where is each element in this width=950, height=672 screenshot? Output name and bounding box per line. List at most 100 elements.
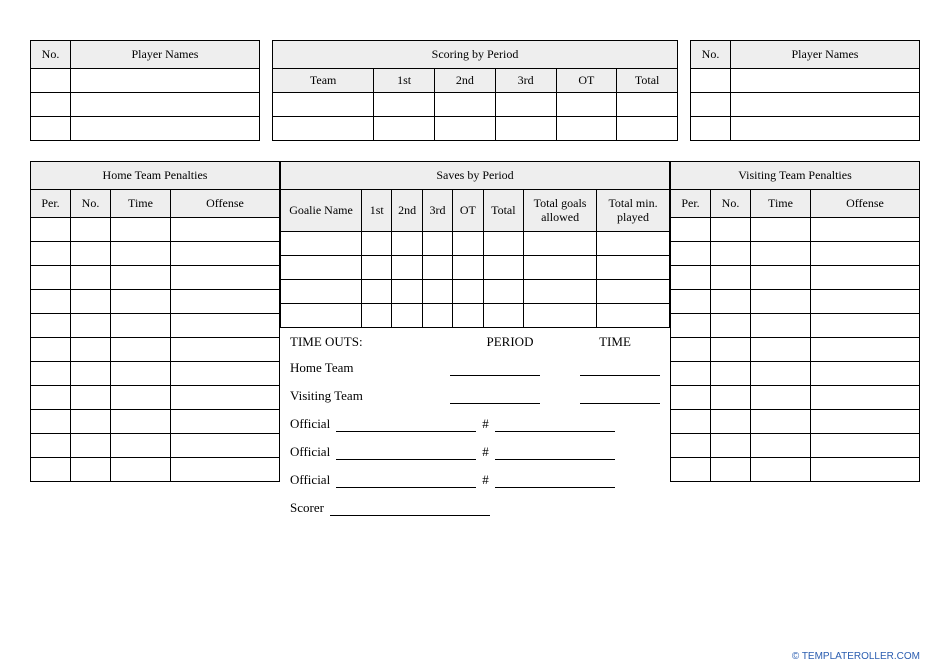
cell[interactable] <box>71 410 111 434</box>
cell[interactable] <box>111 314 171 338</box>
cell[interactable] <box>671 266 711 290</box>
cell[interactable] <box>71 386 111 410</box>
cell[interactable] <box>435 93 496 117</box>
cell[interactable] <box>31 434 71 458</box>
scorer-field[interactable] <box>330 501 490 516</box>
cell[interactable] <box>71 434 111 458</box>
cell[interactable] <box>811 410 920 434</box>
cell[interactable] <box>71 117 260 141</box>
cell[interactable] <box>811 434 920 458</box>
cell[interactable] <box>71 93 260 117</box>
cell[interactable] <box>811 266 920 290</box>
cell[interactable] <box>671 290 711 314</box>
cell[interactable] <box>111 362 171 386</box>
cell[interactable] <box>597 232 670 256</box>
official-num-field[interactable] <box>495 473 615 488</box>
cell[interactable] <box>392 280 422 304</box>
home-period-field[interactable] <box>450 361 540 376</box>
cell[interactable] <box>524 280 597 304</box>
cell[interactable] <box>751 218 811 242</box>
cell[interactable] <box>597 280 670 304</box>
cell[interactable] <box>453 256 483 280</box>
cell[interactable] <box>751 458 811 482</box>
cell[interactable] <box>71 362 111 386</box>
cell[interactable] <box>31 242 71 266</box>
cell[interactable] <box>71 458 111 482</box>
cell[interactable] <box>691 93 731 117</box>
cell[interactable] <box>453 280 483 304</box>
cell[interactable] <box>31 410 71 434</box>
cell[interactable] <box>31 218 71 242</box>
cell[interactable] <box>273 117 374 141</box>
cell[interactable] <box>422 256 452 280</box>
cell[interactable] <box>711 266 751 290</box>
cell[interactable] <box>71 218 111 242</box>
cell[interactable] <box>453 304 483 328</box>
cell[interactable] <box>711 314 751 338</box>
cell[interactable] <box>171 242 280 266</box>
cell[interactable] <box>422 304 452 328</box>
cell[interactable] <box>671 458 711 482</box>
official-name-field[interactable] <box>336 445 476 460</box>
cell[interactable] <box>524 232 597 256</box>
cell[interactable] <box>711 386 751 410</box>
cell[interactable] <box>111 242 171 266</box>
cell[interactable] <box>71 290 111 314</box>
cell[interactable] <box>671 218 711 242</box>
cell[interactable] <box>453 232 483 256</box>
cell[interactable] <box>483 232 524 256</box>
cell[interactable] <box>392 256 422 280</box>
cell[interactable] <box>671 338 711 362</box>
cell[interactable] <box>495 93 556 117</box>
cell[interactable] <box>171 338 280 362</box>
cell[interactable] <box>362 232 392 256</box>
cell[interactable] <box>811 218 920 242</box>
cell[interactable] <box>31 362 71 386</box>
cell[interactable] <box>31 93 71 117</box>
cell[interactable] <box>751 410 811 434</box>
cell[interactable] <box>711 242 751 266</box>
cell[interactable] <box>281 256 362 280</box>
cell[interactable] <box>811 386 920 410</box>
cell[interactable] <box>392 304 422 328</box>
cell[interactable] <box>111 434 171 458</box>
cell[interactable] <box>71 242 111 266</box>
cell[interactable] <box>31 69 71 93</box>
cell[interactable] <box>171 410 280 434</box>
cell[interactable] <box>811 458 920 482</box>
cell[interactable] <box>524 304 597 328</box>
cell[interactable] <box>711 458 751 482</box>
cell[interactable] <box>111 218 171 242</box>
cell[interactable] <box>483 280 524 304</box>
cell[interactable] <box>71 266 111 290</box>
cell[interactable] <box>362 304 392 328</box>
cell[interactable] <box>811 290 920 314</box>
cell[interactable] <box>617 93 678 117</box>
cell[interactable] <box>671 242 711 266</box>
cell[interactable] <box>711 434 751 458</box>
cell[interactable] <box>751 266 811 290</box>
cell[interactable] <box>171 386 280 410</box>
cell[interactable] <box>483 304 524 328</box>
official-name-field[interactable] <box>336 417 476 432</box>
cell[interactable] <box>31 338 71 362</box>
cell[interactable] <box>671 362 711 386</box>
cell[interactable] <box>362 280 392 304</box>
cell[interactable] <box>273 93 374 117</box>
cell[interactable] <box>171 290 280 314</box>
cell[interactable] <box>31 290 71 314</box>
cell[interactable] <box>811 242 920 266</box>
cell[interactable] <box>111 266 171 290</box>
cell[interactable] <box>524 256 597 280</box>
cell[interactable] <box>483 256 524 280</box>
cell[interactable] <box>556 93 617 117</box>
cell[interactable] <box>422 280 452 304</box>
cell[interactable] <box>111 458 171 482</box>
cell[interactable] <box>731 117 920 141</box>
cell[interactable] <box>671 434 711 458</box>
cell[interactable] <box>711 338 751 362</box>
cell[interactable] <box>171 362 280 386</box>
cell[interactable] <box>392 232 422 256</box>
cell[interactable] <box>556 117 617 141</box>
cell[interactable] <box>281 304 362 328</box>
